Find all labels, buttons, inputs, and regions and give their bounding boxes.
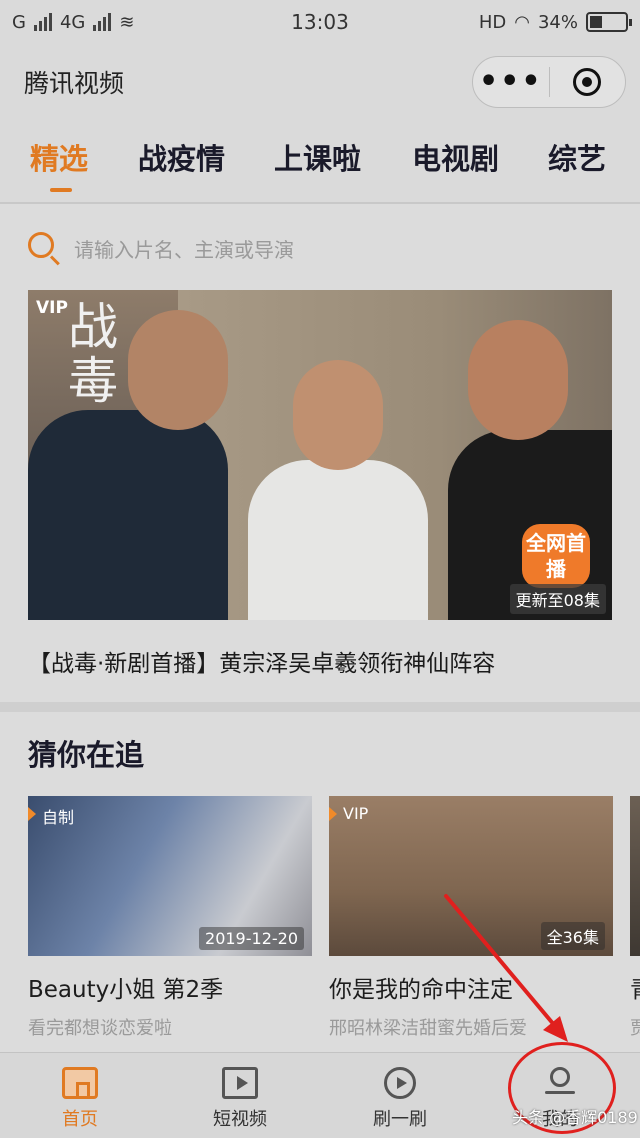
annotation-arrow (444, 894, 568, 1042)
watermark: 头条 @香辉0189 (512, 1108, 638, 1127)
